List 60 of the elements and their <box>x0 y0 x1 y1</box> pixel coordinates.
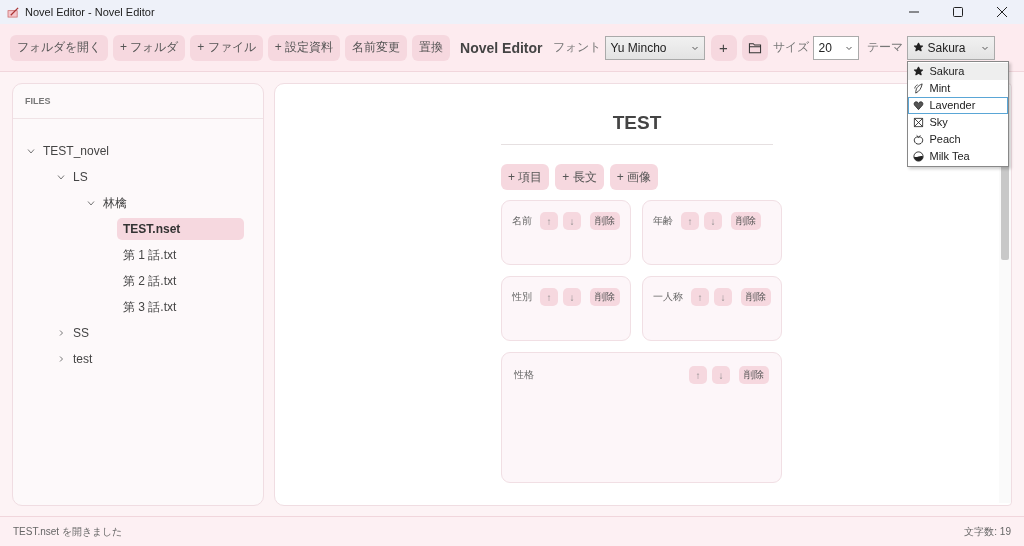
heart-icon <box>912 99 924 111</box>
toolbar-button[interactable]: + 設定資料 <box>267 34 341 61</box>
theme-option[interactable]: Lavender <box>907 96 1008 114</box>
crossed-box-icon <box>912 116 924 128</box>
file-item[interactable]: 第 2 話.txt <box>117 268 244 294</box>
size-label: サイズ <box>772 39 809 56</box>
delete-button[interactable]: 削除 <box>739 366 769 384</box>
leaf-icon <box>912 82 924 94</box>
peach-icon <box>912 133 924 145</box>
open-folder-button[interactable] <box>741 34 768 61</box>
delete-button[interactable]: 削除 <box>590 288 620 306</box>
field-label: 名前 <box>512 214 532 228</box>
theme-option[interactable]: Sakura <box>907 62 1008 80</box>
theme-option[interactable]: Peach <box>907 130 1008 148</box>
status-message: TEST.nset を開きました <box>13 524 122 539</box>
toolbar-button[interactable]: フォルダを開く <box>10 34 108 61</box>
delete-button[interactable]: 削除 <box>731 212 761 230</box>
add-item-button[interactable]: + 長文 <box>555 164 604 190</box>
add-item-button[interactable]: + 画像 <box>609 164 659 190</box>
file-item[interactable]: 第 1 話.txt <box>117 242 244 268</box>
folder-item[interactable]: TEST_novel <box>43 144 110 158</box>
theme-option[interactable]: Milk Tea <box>907 147 1008 165</box>
folder-item[interactable]: test <box>73 352 93 366</box>
font-dropdown[interactable]: Yu Mincho <box>604 35 705 60</box>
toolbar-button[interactable]: + ファイル <box>190 34 263 61</box>
chevron-right-icon[interactable] <box>57 355 65 363</box>
field-label: 一人称 <box>653 290 683 304</box>
folder-icon <box>747 41 762 54</box>
folder-item[interactable]: SS <box>73 326 89 340</box>
field-label: 年齢 <box>653 214 673 228</box>
field-label: 性格 <box>514 368 534 382</box>
character-count: 文字数: 19 <box>964 524 1011 539</box>
file-item[interactable]: TEST.nset <box>117 218 244 240</box>
file-item[interactable]: 第 3 話.txt <box>117 294 244 320</box>
document-title: TEST <box>501 112 773 145</box>
panel-heading: FILES <box>25 96 51 106</box>
theme-label: テーマ <box>866 39 903 56</box>
theme-option[interactable]: Sky <box>907 113 1008 131</box>
toolbar-button[interactable]: + フォルダ <box>113 34 186 61</box>
size-dropdown[interactable]: 20 <box>812 35 859 60</box>
window-title: Novel Editor - Novel Editor <box>25 6 155 18</box>
chevron-right-icon[interactable] <box>57 329 65 337</box>
app-icon <box>7 6 20 18</box>
chevron-down-icon[interactable] <box>27 147 35 155</box>
add-button[interactable]: + <box>710 34 737 61</box>
toolbar-button[interactable]: 置換 <box>412 34 451 61</box>
cup-icon <box>912 150 924 162</box>
toolbar-button[interactable]: 名前変更 <box>345 34 408 61</box>
add-item-button[interactable]: + 項目 <box>501 164 550 190</box>
delete-button[interactable]: 削除 <box>741 288 771 306</box>
app-title: Novel Editor <box>460 39 543 56</box>
font-label: フォント <box>552 39 601 56</box>
folder-item[interactable]: 林檎 <box>103 194 127 212</box>
field-label: 性別 <box>512 290 532 304</box>
folder-item[interactable]: LS <box>73 170 88 184</box>
chevron-down-icon[interactable] <box>87 199 95 207</box>
chevron-down-icon[interactable] <box>57 173 65 181</box>
delete-button[interactable]: 削除 <box>590 212 620 230</box>
theme-dropdown[interactable]: Sakura <box>906 35 995 60</box>
theme-option[interactable]: Mint <box>907 79 1008 97</box>
